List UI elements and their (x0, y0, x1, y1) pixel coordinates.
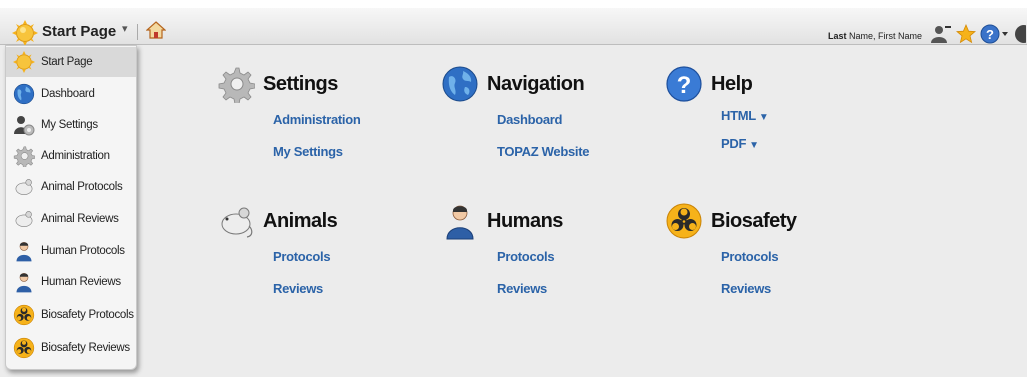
human-reviews-link[interactable]: Reviews (497, 281, 547, 296)
menu-item-human-protocols[interactable]: Human Protocols (6, 236, 136, 266)
mouse-icon (13, 208, 35, 230)
help-icon: ? (665, 65, 703, 103)
pdf-link[interactable]: PDF ▼ (721, 136, 759, 151)
menu-item-human-reviews[interactable]: Human Reviews (6, 267, 136, 297)
user-gear-icon (13, 114, 35, 136)
menu-item-my-settings[interactable]: My Settings (6, 110, 136, 140)
animal-reviews-link[interactable]: Reviews (273, 281, 323, 296)
html-link[interactable]: HTML ▼ (721, 108, 769, 123)
mouse-icon (13, 176, 35, 198)
chevron-down-icon[interactable]: ▾ (122, 22, 128, 35)
help-title: Help (711, 72, 753, 95)
globe-icon (441, 65, 479, 103)
biosafety-title: Biosafety (711, 209, 797, 232)
menu-item-animal-protocols[interactable]: Animal Protocols (6, 172, 136, 202)
globe-icon (13, 83, 35, 105)
top-strip (0, 0, 1027, 8)
biohazard-icon (13, 304, 35, 326)
menu-item-animal-reviews[interactable]: Animal Reviews (6, 204, 136, 234)
person-icon (13, 240, 35, 262)
gear-icon (13, 145, 35, 167)
biosafety-protocols-link[interactable]: Protocols (721, 249, 779, 264)
humans-title: Humans (487, 209, 563, 232)
chevron-down-icon: ▼ (758, 112, 769, 123)
mouse-icon (217, 202, 255, 240)
page-title[interactable]: Start Page (42, 23, 116, 40)
user-name: Last Name, First Name (828, 31, 923, 41)
animals-title: Animals (263, 209, 338, 232)
settings-title: Settings (263, 72, 338, 95)
gear-icon (217, 65, 255, 103)
menu-item-biosafety-protocols[interactable]: Biosafety Protocols (6, 300, 136, 330)
sun-icon (13, 51, 35, 73)
app-header: Start Page ▾ Last Name, First Name ? (0, 8, 1027, 46)
svg-text:?: ? (677, 72, 692, 99)
my-settings-link[interactable]: My Settings (273, 144, 343, 159)
navigation-title: Navigation (487, 72, 585, 95)
svg-text:?: ? (986, 27, 994, 42)
divider (137, 24, 138, 40)
home-icon[interactable] (145, 20, 167, 45)
biosafety-reviews-link[interactable]: Reviews (721, 281, 771, 296)
topaz-website-link[interactable]: TOPAZ Website (497, 144, 589, 159)
person-icon (441, 202, 479, 240)
menu-item-biosafety-reviews[interactable]: Biosafety Reviews (6, 333, 136, 363)
animal-protocols-link[interactable]: Protocols (273, 249, 331, 264)
biohazard-icon (13, 337, 35, 359)
chevron-down-icon: ▼ (749, 140, 759, 151)
menu-item-start-page[interactable]: Start Page (6, 47, 136, 77)
administration-link[interactable]: Administration (273, 112, 361, 127)
menu-item-dashboard[interactable]: Dashboard (6, 79, 136, 109)
menu-item-administration[interactable]: Administration (6, 141, 136, 171)
human-protocols-link[interactable]: Protocols (497, 249, 555, 264)
person-icon (13, 271, 35, 293)
dashboard-link[interactable]: Dashboard (497, 112, 563, 127)
start-page-menu: Start Page Dashboard My Settings Adminis… (5, 45, 137, 370)
biohazard-icon (665, 202, 703, 240)
